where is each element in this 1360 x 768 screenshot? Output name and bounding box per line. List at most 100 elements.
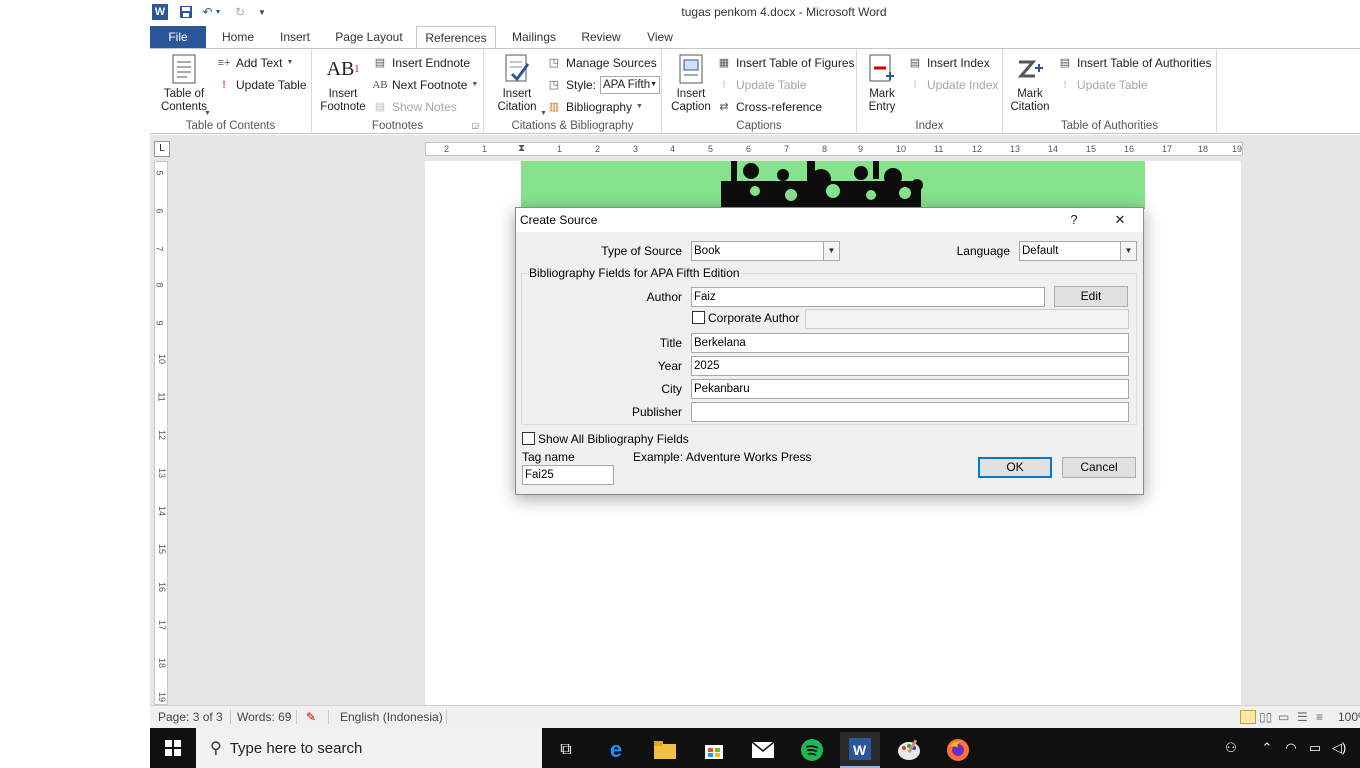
insert-table-of-figures-button[interactable]: ▦ Insert Table of Figures: [716, 54, 855, 72]
update-toa-button[interactable]: ! Update Table: [1057, 76, 1147, 94]
tab-selector[interactable]: L: [154, 141, 170, 157]
bibliography-icon: ▥: [548, 101, 560, 113]
search-icon: ⚲: [210, 740, 222, 757]
ruler-label: 9: [154, 320, 165, 326]
year-field[interactable]: 2025: [691, 356, 1129, 376]
volume-icon[interactable]: ◁): [1330, 738, 1348, 758]
zoom-level[interactable]: 100%: [1338, 710, 1360, 725]
insert-citation-label: Insert Citation: [497, 88, 537, 113]
word-count[interactable]: Words: 69: [237, 710, 291, 725]
table-of-contents-button[interactable]: Table of Contents ▼: [156, 53, 212, 117]
add-text-button[interactable]: ≡+ Add Text ▼: [216, 54, 294, 72]
store-icon[interactable]: [694, 732, 734, 768]
people-icon[interactable]: ⚇: [1222, 738, 1240, 758]
chevron-down-icon: ▼: [286, 59, 294, 66]
ruler-label: 2: [595, 144, 601, 154]
battery-icon[interactable]: ▭: [1306, 738, 1324, 758]
style-icon: ◳: [548, 79, 560, 91]
tab-review[interactable]: Review: [576, 26, 626, 48]
help-icon[interactable]: ?: [1064, 211, 1084, 229]
edge-icon[interactable]: e: [596, 732, 636, 768]
word-icon[interactable]: W: [840, 732, 880, 768]
tag-name-field[interactable]: Fai25: [522, 465, 614, 485]
tab-home[interactable]: Home: [214, 26, 262, 48]
group-label: Table of Contents: [185, 120, 276, 132]
edit-author-button[interactable]: Edit: [1054, 286, 1128, 307]
dialog-title-bar: Create Source ? ✕: [516, 208, 1143, 232]
tab-references[interactable]: References: [416, 26, 496, 49]
show-all-fields-checkbox[interactable]: [522, 432, 535, 445]
language-dropdown[interactable]: Default ▼: [1019, 241, 1137, 261]
search-placeholder: Type here to search: [229, 739, 363, 757]
style-dropdown[interactable]: APA Fifth ▼: [600, 76, 661, 94]
update-table-label: Update Table: [236, 78, 307, 92]
tab-file[interactable]: File: [150, 26, 206, 48]
tab-page-layout[interactable]: Page Layout: [328, 26, 410, 48]
taskbar-search-box[interactable]: ⚲ Type here to search: [196, 728, 542, 768]
proofing-icon[interactable]: ✎: [306, 710, 316, 725]
update-table-icon: !: [722, 79, 726, 91]
show-notes-button[interactable]: ▤ Show Notes: [372, 98, 457, 116]
mark-entry-button[interactable]: Mark Entry: [861, 53, 903, 114]
update-index-button[interactable]: ! Update Index: [907, 76, 998, 94]
page-count[interactable]: Page: 3 of 3: [158, 710, 223, 725]
author-field[interactable]: Faiz: [691, 287, 1045, 307]
corporate-author-checkbox[interactable]: [692, 311, 705, 324]
tab-insert[interactable]: Insert: [272, 26, 318, 48]
ribbon-tabs: File Home Insert Page Layout References …: [150, 26, 1360, 49]
type-of-source-dropdown[interactable]: Book ▼: [691, 241, 840, 261]
language-status[interactable]: English (Indonesia): [340, 710, 443, 725]
full-screen-reading-icon[interactable]: ▯▯: [1259, 710, 1272, 725]
index-icon: ▤: [909, 57, 921, 69]
title-bar: W ↶ ▼ ↻ ▼ tugas penkom 4.docx - Microsof…: [150, 0, 1360, 26]
close-icon[interactable]: ✕: [1110, 211, 1130, 229]
horizontal-ruler[interactable]: 2 1 ⧗ 1 2 3 4 5 6 7 8 9 10 11 12 13 14 1…: [425, 142, 1243, 156]
insert-toa-label: Insert Table of Authorities: [1077, 56, 1212, 70]
draft-icon[interactable]: ≡: [1316, 710, 1323, 725]
outline-icon[interactable]: ☰: [1297, 710, 1308, 725]
ok-button[interactable]: OK: [978, 457, 1052, 478]
table-of-authorities-icon: ▤: [1059, 57, 1071, 69]
ruler-label: 10: [896, 144, 907, 154]
title-field[interactable]: Berkelana: [691, 333, 1129, 353]
mark-citation-button[interactable]: Mark Citation: [1007, 53, 1053, 114]
ruler-label: 13: [157, 467, 168, 479]
ruler-label: 5: [154, 170, 165, 176]
firefox-icon[interactable]: [938, 732, 978, 768]
print-layout-icon[interactable]: [1240, 710, 1256, 724]
insert-endnote-button[interactable]: ▤ Insert Endnote: [372, 54, 470, 72]
windows-start-icon[interactable]: [150, 728, 196, 768]
tab-view[interactable]: View: [640, 26, 680, 48]
dialog-launcher-icon[interactable]: ◲: [471, 121, 479, 130]
bibliography-button[interactable]: ▥ Bibliography ▼: [546, 98, 643, 116]
publisher-field[interactable]: [691, 402, 1129, 422]
update-table-button[interactable]: ! Update Table: [216, 76, 307, 94]
cancel-button[interactable]: Cancel: [1062, 457, 1136, 478]
task-view-icon[interactable]: ⧉: [546, 732, 586, 768]
chevron-down-icon: ▼: [650, 81, 658, 88]
corporate-author-field[interactable]: [805, 309, 1129, 329]
update-table-figures-button[interactable]: ! Update Table: [716, 76, 806, 94]
manage-sources-label: Manage Sources: [566, 56, 657, 70]
chevron-up-icon[interactable]: ⌃: [1258, 738, 1276, 758]
spotify-icon[interactable]: [792, 732, 832, 768]
vertical-ruler[interactable]: 5 6 7 8 9 10 11 12 13 14 15 16 17 18 19: [154, 161, 168, 705]
web-layout-icon[interactable]: ▭: [1278, 710, 1289, 725]
ruler-label: 2: [444, 144, 450, 154]
next-footnote-button[interactable]: AB Next Footnote ▼: [372, 76, 478, 94]
file-explorer-icon[interactable]: [645, 732, 685, 768]
cross-reference-button[interactable]: ⇄ Cross-reference: [716, 98, 822, 116]
wifi-icon[interactable]: ◠: [1282, 738, 1300, 758]
insert-caption-button[interactable]: Insert Caption: [666, 53, 716, 114]
indent-marker-icon[interactable]: ⧗: [518, 143, 525, 154]
tab-mailings[interactable]: Mailings: [506, 26, 562, 48]
insert-table-of-authorities-button[interactable]: ▤ Insert Table of Authorities: [1057, 54, 1212, 72]
document-image[interactable]: [521, 161, 1145, 209]
manage-sources-button[interactable]: ◳ Manage Sources: [546, 54, 657, 72]
insert-footnote-button[interactable]: AB 1 Insert Footnote: [316, 53, 370, 114]
paint-icon[interactable]: [889, 732, 929, 768]
insert-citation-button[interactable]: Insert Citation ▼: [488, 53, 547, 117]
insert-index-button[interactable]: ▤ Insert Index: [907, 54, 990, 72]
mail-icon[interactable]: [743, 732, 783, 768]
city-field[interactable]: Pekanbaru: [691, 379, 1129, 399]
